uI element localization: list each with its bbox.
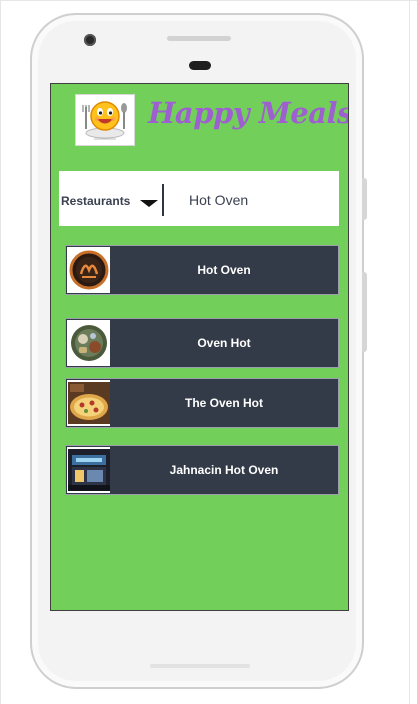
phone-volume-button: [362, 178, 367, 220]
app-screen: Happy Meals Restaurants Hot Oven Hot Ove…: [50, 83, 349, 611]
restaurant-result-item[interactable]: Hot Oven: [65, 245, 339, 295]
storefront-icon: [67, 447, 110, 493]
restaurant-result-item[interactable]: Oven Hot: [65, 318, 339, 368]
app-logo: [75, 94, 135, 146]
dropdown-arrow-icon[interactable]: [140, 200, 158, 207]
proximity-sensor: [189, 61, 211, 70]
speaker-grille: [167, 36, 231, 41]
restaurant-name: Hot Oven: [197, 263, 251, 277]
search-divider: [162, 184, 164, 216]
restaurant-name: The Oven Hot: [184, 396, 263, 410]
hot-oven-logo-icon: [67, 247, 110, 293]
search-input[interactable]: [177, 186, 332, 214]
phone-power-button: [362, 272, 367, 352]
search-bar: Restaurants: [59, 171, 339, 226]
page-border-top: [0, 0, 417, 1]
page-border-left: [0, 0, 1, 704]
category-select[interactable]: Restaurants: [61, 194, 130, 208]
pizza-icon: [67, 380, 110, 426]
app-title: Happy Meals: [148, 96, 349, 130]
smiley-chef-icon: [82, 101, 127, 140]
restaurant-result-item[interactable]: Jahnacin Hot Oven: [65, 445, 339, 495]
restaurant-name: Jahnacin Hot Oven: [169, 463, 279, 477]
phone-bottom-bezel: [150, 664, 250, 668]
front-camera-icon: [84, 34, 96, 46]
restaurant-result-item[interactable]: The Oven Hot: [65, 378, 339, 428]
page-border-right: [409, 0, 410, 704]
restaurant-name: Oven Hot: [197, 336, 251, 350]
food-bowl-icon: [67, 320, 110, 366]
